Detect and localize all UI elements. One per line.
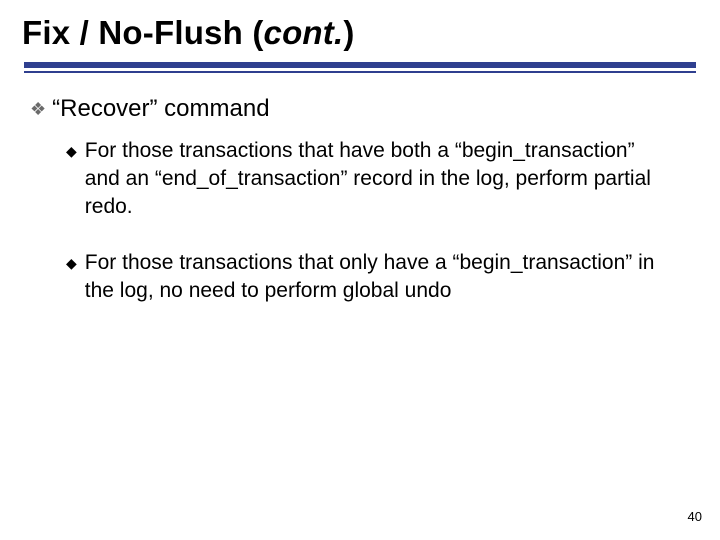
bullet-level2-text: For those transactions that only have a … bbox=[85, 249, 675, 305]
page-number: 40 bbox=[688, 509, 702, 524]
bullet-level1-text: “Recover” command bbox=[52, 95, 269, 123]
bullet-level2: ◆ For those transactions that have both … bbox=[66, 137, 694, 221]
title-block: Fix / No-Flush (cont.) bbox=[0, 0, 720, 52]
diamond-bullet-icon: ❖ bbox=[30, 95, 46, 123]
title-cont: cont. bbox=[264, 14, 344, 51]
dot-bullet-icon: ◆ bbox=[66, 137, 77, 165]
content-area: ❖ “Recover” command ◆ For those transact… bbox=[0, 73, 720, 305]
title-underline-thick bbox=[24, 62, 696, 68]
slide: Fix / No-Flush (cont.) ❖ “Recover” comma… bbox=[0, 0, 720, 540]
dot-bullet-icon: ◆ bbox=[66, 249, 77, 277]
bullet-level2: ◆ For those transactions that only have … bbox=[66, 249, 694, 305]
bullet-level2-text: For those transactions that have both a … bbox=[85, 137, 675, 221]
bullet-level1: ❖ “Recover” command bbox=[30, 95, 694, 123]
slide-title: Fix / No-Flush (cont.) bbox=[22, 14, 720, 52]
title-tail: ) bbox=[343, 14, 354, 51]
title-main: Fix / No-Flush ( bbox=[22, 14, 264, 51]
